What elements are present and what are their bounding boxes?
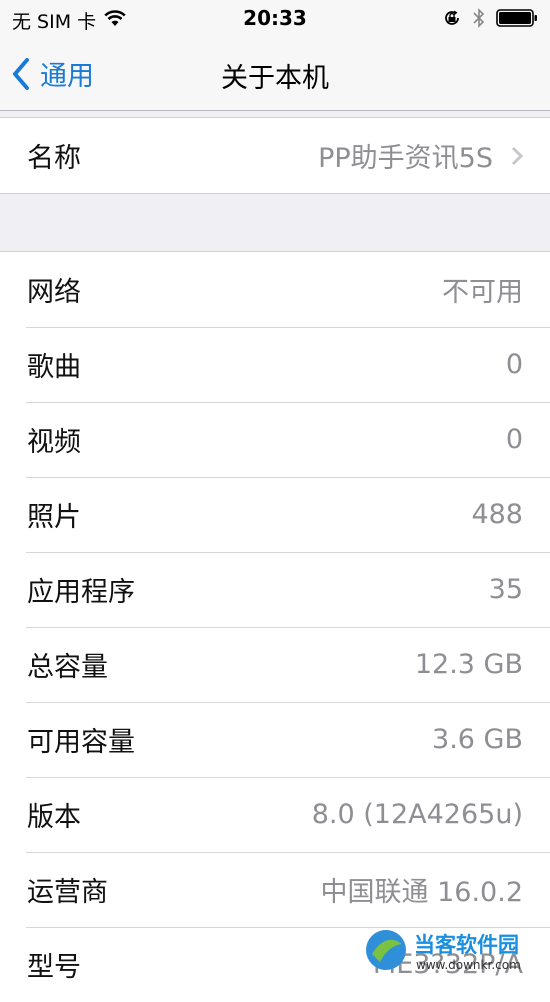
row-value: 中国联通 16.0.2 bbox=[320, 877, 523, 908]
row-label: 照片 bbox=[27, 502, 81, 533]
row-label: 版本 bbox=[27, 802, 81, 833]
row-label: 型号 bbox=[27, 952, 81, 983]
row-label: 名称 bbox=[27, 143, 81, 174]
info-row: 可用容量 3.6 GB bbox=[0, 702, 550, 777]
row-label: 运营商 bbox=[27, 877, 108, 908]
row-value: 12.3 GB bbox=[414, 649, 523, 680]
device-name-value: PP助手资讯5S bbox=[318, 143, 493, 174]
row-label: 视频 bbox=[27, 427, 81, 458]
row-value: 0 bbox=[505, 349, 523, 380]
battery-icon bbox=[496, 9, 538, 31]
chevron-right-icon bbox=[511, 146, 523, 165]
row-label: 应用程序 bbox=[27, 577, 135, 608]
row-value: 3.6 GB bbox=[432, 724, 523, 755]
row-value: 488 bbox=[471, 499, 523, 530]
row-label: 歌曲 bbox=[27, 352, 81, 383]
row-label: 网络 bbox=[27, 277, 81, 308]
name-section: 名称 PP助手资讯5S bbox=[0, 117, 550, 194]
orientation-lock-icon bbox=[442, 8, 462, 32]
info-row: 应用程序 35 bbox=[0, 552, 550, 627]
info-section: 网络 不可用 歌曲 0 视频 0 照片 488 应用程序 35 总容量 12.3 GB 可用… bbox=[0, 251, 550, 1002]
row-value: 0 bbox=[505, 424, 523, 455]
watermark-url: www.downkr.com bbox=[416, 958, 521, 972]
row-value: 35 bbox=[488, 574, 523, 605]
page-title: 关于本机 bbox=[221, 63, 329, 94]
row-value: 不可用 bbox=[442, 277, 523, 308]
watermark-title: 当客软件园 bbox=[414, 933, 519, 957]
bluetooth-icon bbox=[472, 7, 486, 33]
navigation-bar: 通用 关于本机 bbox=[0, 38, 550, 111]
status-bar: 无 SIM 卡 20:33 bbox=[0, 0, 550, 38]
row-label: 可用容量 bbox=[27, 727, 135, 758]
info-row: 运营商 中国联通 16.0.2 bbox=[0, 852, 550, 927]
info-row: 版本 8.0 (12A4265u) bbox=[0, 777, 550, 852]
info-row: 总容量 12.3 GB bbox=[0, 627, 550, 702]
info-row: 歌曲 0 bbox=[0, 327, 550, 402]
row-value: 8.0 (12A4265u) bbox=[311, 799, 523, 830]
row-label: 总容量 bbox=[27, 652, 108, 683]
info-row: 照片 488 bbox=[0, 477, 550, 552]
info-row: 视频 0 bbox=[0, 402, 550, 477]
info-row: 网络 不可用 bbox=[0, 252, 550, 327]
watermark: 当客软件园 www.downkr.com bbox=[362, 922, 546, 974]
name-row[interactable]: 名称 PP助手资讯5S bbox=[0, 118, 550, 193]
